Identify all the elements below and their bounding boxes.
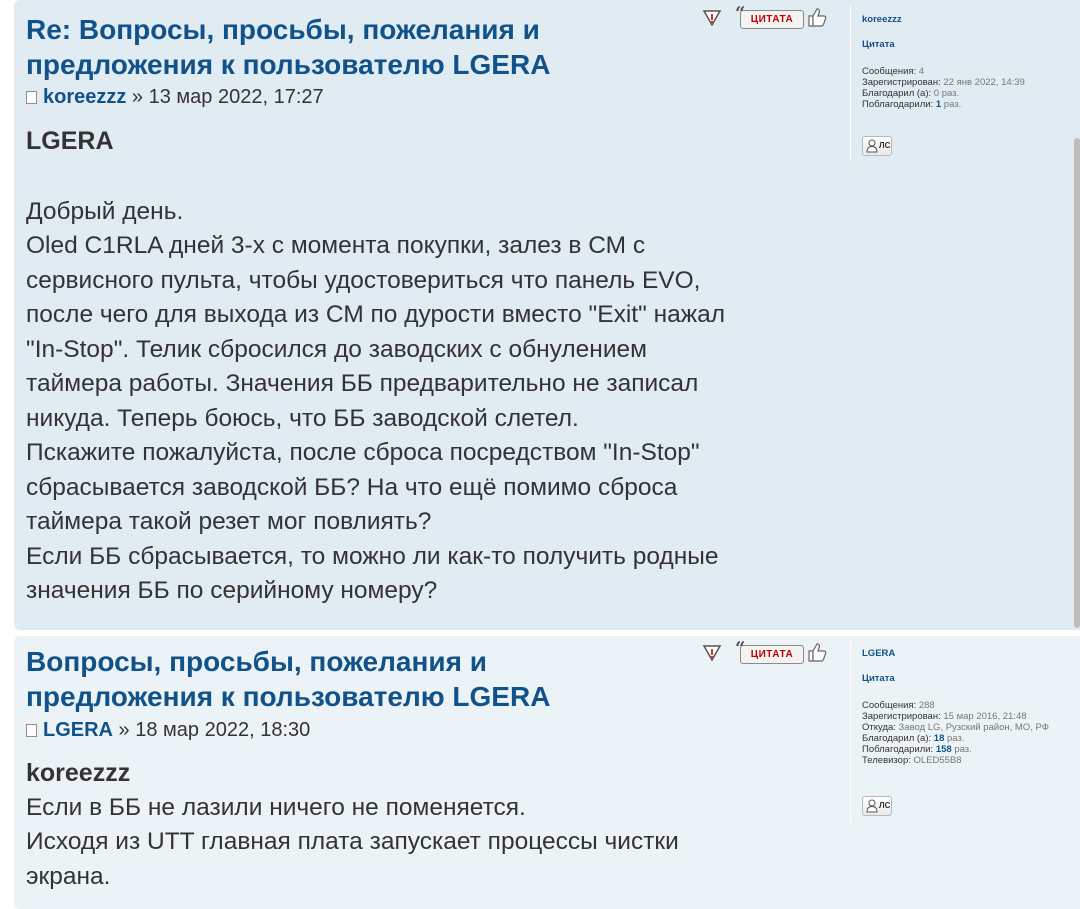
post-content: koreezzz Если в ББ не лазили ничего не п…	[26, 756, 846, 894]
profile-from: Откуда: Завод LG, Рузский район, МО, РФ	[862, 722, 1049, 733]
user-icon	[866, 799, 878, 813]
author-link[interactable]: koreezzz	[43, 86, 126, 108]
profile-got-thanks: Поблагодарили: 1 раз.	[862, 99, 962, 110]
post-line: после чего для выхода из СМ по дурости в…	[26, 301, 726, 328]
thumbs-up-icon[interactable]	[806, 6, 828, 28]
author-profile: LGERA Цитата Сообщения: 288 Зарегистриро…	[862, 648, 1080, 766]
post-date: » 13 мар 2022, 17:27	[126, 86, 324, 108]
profile-rank: Цитата	[862, 673, 895, 684]
post-line: таймера работы. Значения ББ предваритель…	[26, 370, 699, 397]
quote-button[interactable]: “ ЦИТАТА	[735, 5, 804, 29]
profile-username[interactable]: koreezzz	[862, 14, 1080, 25]
pm-button[interactable]: ЛС	[862, 796, 892, 816]
quote-button[interactable]: “ ЦИТАТА	[735, 640, 804, 664]
quote-button-label: ЦИТАТА	[750, 14, 794, 25]
pm-button[interactable]: ЛС	[862, 136, 892, 156]
profile-registered: Зарегистрирован: 22 янв 2022, 14:39	[862, 77, 1025, 88]
profile-messages: Сообщения: 288	[862, 700, 935, 711]
post-line: сбрасывается заводской ББ? На что ещё по…	[26, 473, 678, 501]
post-line: таймера такой резет мог повлиять?	[26, 508, 432, 535]
post-2: Вопросы, просьбы, пожелания и предложени…	[14, 636, 1080, 909]
profile-registered: Зарегистрирован: 15 мар 2016, 21:48	[862, 711, 1027, 722]
profile-messages: Сообщения: 4	[862, 66, 925, 77]
report-icon[interactable]	[702, 644, 722, 662]
quote-author: LGERA	[26, 127, 114, 155]
profile-divider	[850, 6, 851, 161]
post-title-line1[interactable]: Re: Вопросы, просьбы, пожелания и	[26, 14, 540, 45]
quote-author: koreezzz	[26, 759, 131, 787]
profile-thanked: Благодарил (а): 18 раз.	[862, 733, 965, 744]
quote-mark-icon: “	[735, 3, 746, 24]
profile-rank: Цитата	[862, 39, 895, 50]
post-content: LGERA Добрый день. Oled C1RLA дней 3-х с…	[26, 124, 846, 609]
profile-username[interactable]: LGERA	[862, 648, 1080, 659]
post-title-line2[interactable]: предложения к пользователю LGERA	[26, 49, 550, 80]
post-1: Re: Вопросы, просьбы, пожелания и предло…	[14, 0, 1080, 630]
post-title-line1[interactable]: Вопросы, просьбы, пожелания и	[26, 646, 487, 677]
post-title-line2[interactable]: предложения к пользователю LGERA	[26, 681, 550, 712]
pm-label: ЛС	[879, 801, 891, 810]
profile-got-thanks: Поблагодарили: 158 раз.	[862, 744, 972, 755]
post-line: никуда. Теперь боюсь, что ББ заводской с…	[26, 404, 579, 432]
pm-label: ЛС	[879, 141, 891, 150]
user-icon	[866, 139, 878, 153]
thumbs-up-icon[interactable]	[806, 641, 828, 663]
post-line: сервисного пульта, чтобы удостовериться …	[26, 266, 701, 294]
profile-tv: Телевизор: OLED55B8	[862, 755, 962, 766]
profile-thanked: Благодарил (а): 0 раз.	[862, 88, 960, 99]
author-profile: koreezzz Цитата Сообщения: 4 Зарегистрир…	[862, 14, 1080, 110]
quote-button-label: ЦИТАТА	[750, 649, 794, 660]
post-line: экрана.	[26, 862, 111, 890]
post-line: значения ББ по серийному номеру?	[26, 577, 438, 604]
post-title[interactable]: Вопросы, просьбы, пожелания и предложени…	[26, 644, 686, 714]
author-link[interactable]: LGERA	[43, 719, 113, 741]
post-line: Исходя из UTT главная плата запускает пр…	[26, 828, 679, 855]
post-icon	[26, 91, 37, 105]
post-icon	[26, 724, 37, 738]
profile-divider	[850, 642, 851, 822]
report-icon[interactable]	[702, 9, 722, 27]
post-line: Если в ББ не лазили ничего не поменяется…	[26, 793, 526, 821]
post-line: Пскажите пожалуйста, после сброса посред…	[26, 439, 700, 466]
quote-mark-icon: “	[735, 638, 746, 659]
post-line: "In-Stop". Телик сбросился до заводских …	[26, 335, 647, 363]
got-thanks-link[interactable]: 158	[936, 744, 952, 755]
post-date: » 18 мар 2022, 18:30	[113, 719, 311, 741]
post-author-line: koreezzz » 13 мар 2022, 17:27	[26, 86, 324, 109]
thanked-link[interactable]: 18	[934, 733, 945, 744]
post-line: Добрый день.	[26, 197, 184, 225]
post-line: Oled C1RLA дней 3-х с момента покупки, з…	[26, 232, 646, 259]
post-line: Если ББ сбрасывается, то можно ли как-то…	[26, 542, 719, 570]
scrollbar[interactable]	[1074, 138, 1080, 628]
post-title[interactable]: Re: Вопросы, просьбы, пожелания и предло…	[26, 12, 686, 82]
post-author-line: LGERA » 18 мар 2022, 18:30	[26, 719, 310, 742]
